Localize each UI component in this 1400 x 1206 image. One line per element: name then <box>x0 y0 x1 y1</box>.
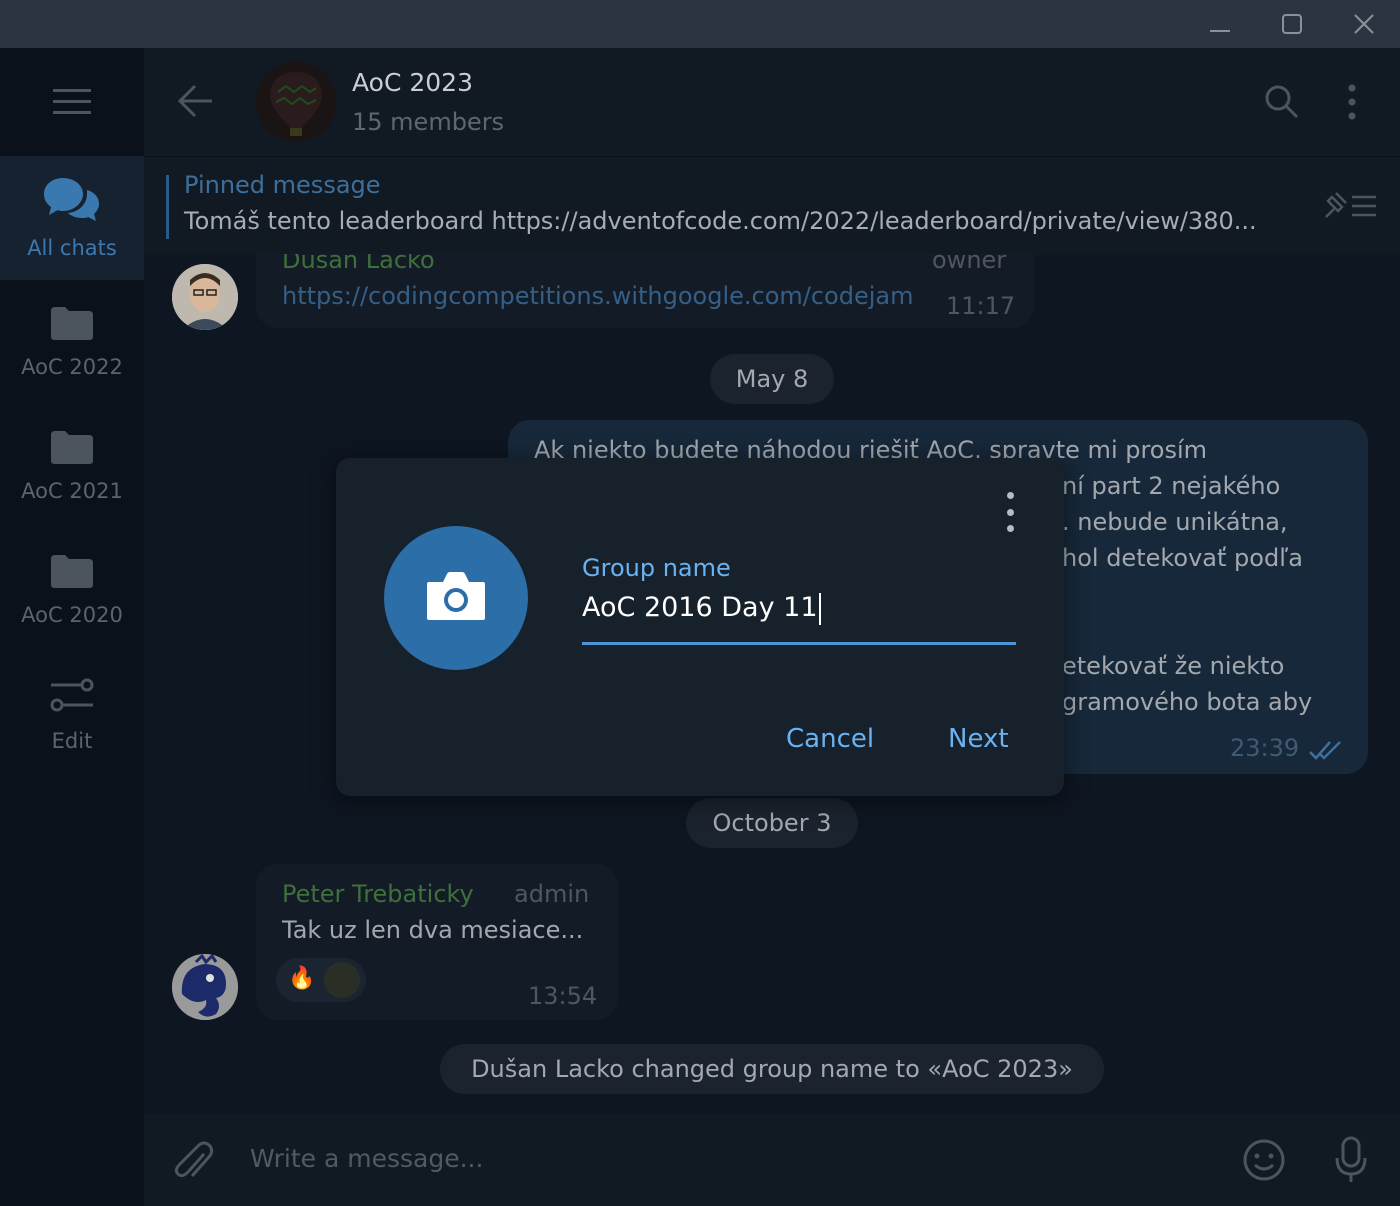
chat-header: AoC 2023 15 members <box>144 48 1400 156</box>
folder-icon <box>49 429 95 469</box>
message-line: gramového bota aby <box>1062 688 1313 716</box>
folder-icon <box>49 305 95 345</box>
sender-name[interactable]: Peter Trebaticky <box>282 880 474 908</box>
pinned-indicator <box>166 175 169 239</box>
message-line: . nebude unikátna, <box>1062 508 1288 536</box>
pinned-message-bar[interactable]: Pinned message Tomáš tento leaderboard h… <box>144 156 1400 255</box>
fire-reaction-icon: 🔥 <box>288 966 316 991</box>
message-text: Tak uz len dva mesiace... <box>282 916 584 944</box>
folder-label: AoC 2020 <box>21 603 123 627</box>
date-separator: May 8 <box>710 354 834 404</box>
sliders-icon <box>49 675 95 719</box>
sender-role: admin <box>514 880 590 908</box>
more-vertical-icon[interactable] <box>998 492 1022 532</box>
search-icon[interactable] <box>1264 84 1300 124</box>
sender-role: owner <box>932 254 1007 274</box>
back-arrow-icon[interactable] <box>177 84 214 122</box>
next-button[interactable]: Next <box>948 724 1009 754</box>
message-line: etekovať že niekto <box>1062 652 1285 680</box>
folder-edit[interactable]: Edit <box>0 652 144 776</box>
service-message: Dušan Lacko changed group name to «AoC 2… <box>440 1044 1104 1094</box>
folder-aoc-2021[interactable]: AoC 2021 <box>0 404 144 528</box>
pinned-list-icon[interactable] <box>1322 191 1378 225</box>
reactor-avatar <box>324 962 360 998</box>
folder-aoc-2020[interactable]: AoC 2020 <box>0 528 144 652</box>
avatar[interactable] <box>172 264 238 330</box>
pinned-title: Pinned message <box>184 171 381 199</box>
folder-icon <box>49 553 95 593</box>
pinned-text: Tomáš tento leaderboard https://adventof… <box>184 207 1257 235</box>
window-titlebar <box>0 0 1400 48</box>
cancel-button[interactable]: Cancel <box>786 724 874 754</box>
emoji-icon[interactable] <box>1242 1138 1286 1186</box>
folder-all-chats[interactable]: All chats <box>0 156 144 280</box>
avatar[interactable] <box>172 954 238 1020</box>
new-group-dialog: Group name AoC 2016 Day 11 Cancel Next <box>336 458 1064 796</box>
hamburger-menu-icon[interactable] <box>0 48 144 156</box>
folder-label: AoC 2022 <box>21 355 123 379</box>
message-composer: Write a message... <box>144 1114 1400 1206</box>
reaction-chip[interactable]: 🔥 <box>276 958 366 1002</box>
member-count[interactable]: 15 members <box>352 108 504 136</box>
message-time: 23:39 <box>1230 734 1300 762</box>
chat-title[interactable]: AoC 2023 <box>352 68 473 97</box>
message-input[interactable]: Write a message... <box>250 1144 483 1173</box>
date-separator: October 3 <box>686 798 858 848</box>
message-bubble[interactable]: Peter Trebaticky admin Tak uz len dva me… <box>256 864 618 1020</box>
chats-icon <box>43 176 101 226</box>
close-icon[interactable] <box>1328 0 1400 48</box>
camera-icon <box>425 570 487 626</box>
group-name-label: Group name <box>582 554 731 582</box>
folder-label: AoC 2021 <box>21 479 123 503</box>
message-line: hol detekovať podľa <box>1062 544 1303 572</box>
attach-icon[interactable] <box>174 1140 214 1188</box>
message-bubble[interactable]: Dusan Lacko owner https://codingcompetit… <box>256 254 1034 328</box>
folder-label: Edit <box>51 729 93 753</box>
set-photo-button[interactable] <box>384 526 528 670</box>
folder-label: All chats <box>27 236 117 260</box>
folder-aoc-2022[interactable]: AoC 2022 <box>0 280 144 404</box>
more-vertical-icon[interactable] <box>1342 84 1362 124</box>
text-caret <box>818 592 821 625</box>
message-link[interactable]: https://codingcompetitions.withgoogle.co… <box>282 282 914 310</box>
group-name-value: AoC 2016 Day 11 <box>582 592 818 623</box>
group-name-input[interactable]: AoC 2016 Day 11 <box>582 592 1016 625</box>
message-time: 13:54 <box>528 982 598 1010</box>
sender-name[interactable]: Dusan Lacko <box>282 254 435 274</box>
input-underline <box>582 642 1016 645</box>
message-line: ní part 2 nejakého <box>1062 472 1281 500</box>
group-avatar[interactable] <box>256 62 336 142</box>
minimize-icon[interactable] <box>1184 0 1256 48</box>
maximize-icon[interactable] <box>1256 0 1328 48</box>
microphone-icon[interactable] <box>1334 1136 1368 1188</box>
folders-sidebar: All chats AoC 2022 AoC 2021 AoC 2020 Edi… <box>0 48 144 1206</box>
double-check-icon <box>1308 740 1344 764</box>
message-time: 11:17 <box>946 292 1016 320</box>
